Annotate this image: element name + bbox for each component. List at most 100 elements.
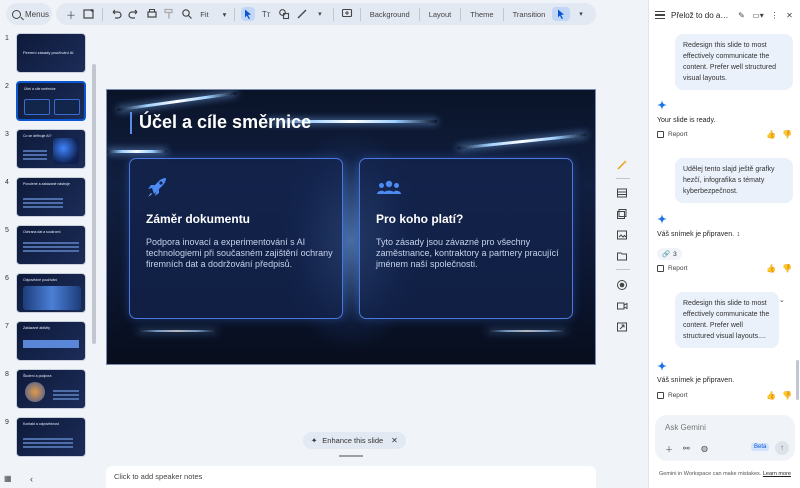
zoom-dropdown[interactable]: Fit ▾ xyxy=(200,10,226,19)
zoom-value: Fit xyxy=(200,9,209,19)
thumbnail-text-lines xyxy=(53,390,79,392)
hamburger-menu-icon[interactable] xyxy=(655,9,665,21)
line-icon[interactable] xyxy=(295,7,309,21)
shape-icon[interactable] xyxy=(277,7,291,21)
slide-thumbnail[interactable]: Povolené a zakázané nástroje xyxy=(16,177,86,217)
filmstrip-slide-4[interactable]: 4 Povolené a zakázané nástroje xyxy=(0,177,98,221)
chevron-down-icon[interactable]: ▾ xyxy=(313,7,327,21)
ask-gemini-box[interactable]: ＋ ⚯ ◍ Beta ↑ xyxy=(655,415,795,461)
audience-card[interactable]: Pro koho platí? Tyto zásady jsou závazné… xyxy=(359,158,573,319)
slide-thumbnail[interactable]: Ochrana dat a soukromí xyxy=(16,225,86,265)
filmstrip-slide-3[interactable]: 3 Co se definuje AI? xyxy=(0,129,98,173)
slide-number: 8 xyxy=(5,371,9,378)
grid-view-icon[interactable]: ▦ xyxy=(4,474,12,483)
toolbar-divider xyxy=(234,7,236,21)
feedback-buttons[interactable]: 👍👎 xyxy=(766,391,798,400)
report-label: Report xyxy=(668,392,688,399)
close-icon[interactable]: ✕ xyxy=(784,10,795,21)
background-button[interactable]: Background xyxy=(370,10,410,19)
edit-icon[interactable]: ✎ xyxy=(736,10,747,21)
slide-thumbnail[interactable]: Firemní zásady používání AI xyxy=(16,33,86,73)
slide-number: 2 xyxy=(5,83,9,90)
panel-layout-icon[interactable]: ▭▾ xyxy=(751,10,765,21)
notes-resize-handle[interactable] xyxy=(339,455,363,457)
slide-thumbnail[interactable]: Kontakt a odpovědnost xyxy=(16,417,86,457)
speaker-notes-field[interactable]: Click to add speaker notes xyxy=(106,466,596,488)
feedback-buttons[interactable]: 👍👎 xyxy=(766,264,798,273)
transition-button[interactable]: Transition xyxy=(513,10,546,19)
magic-wand-icon[interactable] xyxy=(616,158,630,172)
redo-icon[interactable] xyxy=(127,7,141,21)
select-cursor-icon[interactable] xyxy=(241,7,256,21)
cursor-mode-icon[interactable] xyxy=(552,7,571,21)
folder-icon[interactable] xyxy=(616,249,630,263)
theme-button[interactable]: Theme xyxy=(470,10,493,19)
enhance-slide-chip[interactable]: ✦ Enhance this slide ✕ xyxy=(303,432,406,449)
slide-number: 1 xyxy=(5,35,9,42)
palette-icon[interactable]: ◍ xyxy=(701,444,708,453)
slide-number: 7 xyxy=(5,323,9,330)
gemini-sparkle-icon xyxy=(657,100,667,110)
sources-chip[interactable]: 🔗 3 xyxy=(657,248,682,260)
undo-icon[interactable] xyxy=(109,7,123,21)
layout-grid-icon[interactable] xyxy=(616,186,630,200)
more-vert-icon[interactable]: ⋮ xyxy=(769,10,780,21)
gemini-reply: Váš snímek je připraven. 1 xyxy=(657,231,740,238)
citation-marker[interactable]: 1 xyxy=(737,232,740,238)
video-icon[interactable] xyxy=(616,299,630,313)
tune-icon[interactable]: ⚯ xyxy=(683,444,690,453)
zoom-icon[interactable] xyxy=(180,7,194,21)
text-box-icon[interactable]: Tт xyxy=(259,7,273,21)
slide-title[interactable]: Účel a cíle směrnice xyxy=(139,112,311,133)
filmstrip-slide-2[interactable]: 2 Účel a cíle směrnice xyxy=(0,81,98,125)
chevron-down-icon[interactable]: ⌄ xyxy=(779,296,785,304)
add-icon[interactable]: ＋ xyxy=(665,444,673,455)
send-button[interactable]: ↑ xyxy=(775,441,789,455)
menus-search-button[interactable]: Menus xyxy=(6,3,52,25)
comment-icon[interactable] xyxy=(340,7,354,21)
search-icon xyxy=(12,9,21,19)
record-icon[interactable] xyxy=(616,278,630,292)
conversation-title[interactable]: Přelož to do angli... xyxy=(671,11,732,20)
slide-thumbnail[interactable]: Školení a podpora xyxy=(16,369,86,409)
slide-thumbnail[interactable]: Co se definuje AI? xyxy=(16,129,86,169)
thumbnail-title: Ochrana dat a soukromí xyxy=(23,230,61,234)
purpose-card[interactable]: Záměr dokumentu Podpora inovací a experi… xyxy=(129,158,343,319)
thumbnail-title: Účel a cíle směrnice xyxy=(24,87,56,91)
paint-format-icon[interactable] xyxy=(162,7,176,21)
new-slide-icon[interactable] xyxy=(82,7,96,21)
chat-scrollbar[interactable] xyxy=(796,360,799,400)
filmstrip-slide-5[interactable]: 5 Ochrana dat a soukromí xyxy=(0,225,98,269)
filmstrip-slide-8[interactable]: 8 Školení a podpora xyxy=(0,369,98,413)
filmstrip-slide-7[interactable]: 7 Zakázané aktivity xyxy=(0,321,98,365)
report-button[interactable]: Report xyxy=(657,392,688,399)
menus-label: Menus xyxy=(25,9,50,19)
image-slide-icon[interactable] xyxy=(616,228,630,242)
add-icon[interactable]: ＋ xyxy=(64,7,78,22)
copy-slides-icon[interactable] xyxy=(616,207,630,221)
chevron-left-icon[interactable]: ‹ xyxy=(30,474,33,484)
slide-thumbnail[interactable]: Odpovědné používání xyxy=(16,273,86,313)
thumbnail-title: Co se definuje AI? xyxy=(23,134,52,138)
flag-icon xyxy=(657,131,664,138)
report-button[interactable]: Report xyxy=(657,265,688,272)
filmstrip-slide-6[interactable]: 6 Odpovědné používání xyxy=(0,273,98,317)
feedback-buttons[interactable]: 👍👎 xyxy=(766,130,798,139)
report-button[interactable]: Report xyxy=(657,131,688,138)
close-icon[interactable]: ✕ xyxy=(391,436,398,445)
present-screen-icon[interactable] xyxy=(616,320,630,334)
print-icon[interactable] xyxy=(145,7,159,21)
filmstrip-slide-9[interactable]: 9 Kontakt a odpovědnost xyxy=(0,417,98,460)
filmstrip-slide-1[interactable]: 1 Firemní zásady používání AI xyxy=(0,33,98,77)
ask-gemini-input[interactable] xyxy=(665,423,775,432)
toolbar-divider xyxy=(332,7,334,21)
learn-more-link[interactable]: Learn more xyxy=(763,471,791,477)
layout-button[interactable]: Layout xyxy=(429,10,452,19)
chevron-down-icon[interactable]: ▾ xyxy=(574,7,588,21)
slide-number: 4 xyxy=(5,179,9,186)
slide-thumbnail-selected[interactable]: Účel a cíle směrnice xyxy=(16,81,86,121)
filmstrip-scrollbar[interactable] xyxy=(92,64,96,344)
light-beam xyxy=(457,133,587,150)
slide-canvas[interactable]: Účel a cíle směrnice Záměr dokumentu Pod… xyxy=(106,89,596,365)
slide-thumbnail[interactable]: Zakázané aktivity xyxy=(16,321,86,361)
